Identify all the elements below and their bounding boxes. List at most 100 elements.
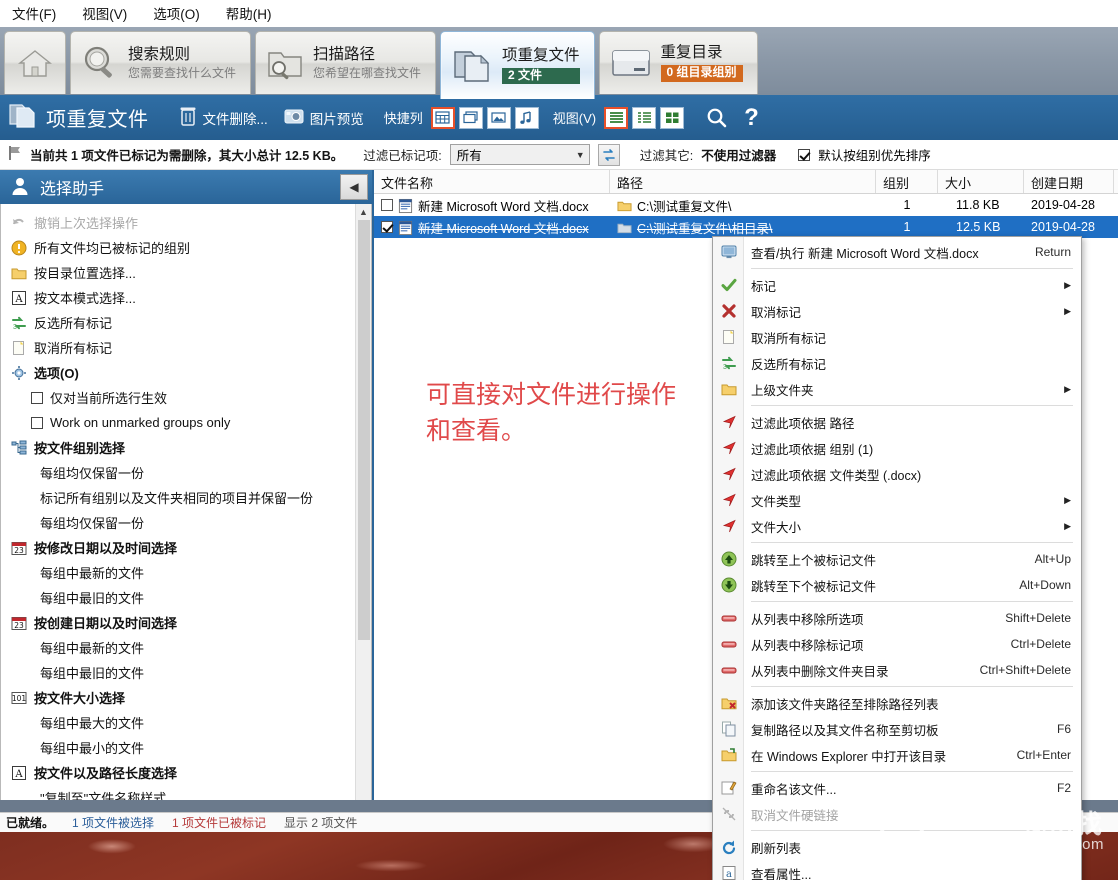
ctx-goto-next-marked[interactable]: 跳转至下个被标记文件Alt+Down	[713, 572, 1081, 598]
cell-filename[interactable]: 新建 Microsoft Word 文档.docx	[374, 196, 610, 215]
table-row[interactable]: 新建 Microsoft Word 文档.docxC:\测试重复文件\111.8…	[374, 194, 1118, 216]
ctx-filetype-submenu[interactable]: 文件类型▶	[713, 487, 1081, 513]
unmarked-groups-only-checkbox[interactable]	[31, 417, 43, 429]
ctx-unmark[interactable]: 取消标记▶	[713, 298, 1081, 324]
assistant-item-unmarked-groups-only-checkbox[interactable]: Work on unmarked groups only	[7, 410, 355, 435]
ctx-remove-marked[interactable]: 从列表中移除标记项Ctrl+Delete	[713, 631, 1081, 657]
tab-home[interactable]	[4, 31, 66, 94]
assistant-item-options-header[interactable]: 选项(O)	[7, 360, 355, 385]
tab-duplicate-folders[interactable]: 重复目录 0 组目录组别	[599, 31, 758, 94]
ctx-clear-all-marks[interactable]: 取消所有标记	[713, 324, 1081, 350]
ctx-goto-prev-marked[interactable]: 跳转至上个被标记文件Alt+Up	[713, 546, 1081, 572]
assistant-item-select-by-modified-date-header[interactable]: 23按修改日期以及时间选择	[7, 535, 355, 560]
ctx-properties[interactable]: a查看属性...	[713, 860, 1081, 880]
assistant-item-keep-one-per-group-a[interactable]: 每组均仅保留一份	[7, 460, 355, 485]
assistant-item-select-by-text-pattern[interactable]: A按文本模式选择...	[7, 285, 355, 310]
command-bar-title: 项重复文件	[46, 103, 149, 132]
image-preview-button[interactable]: 图片预览	[276, 102, 372, 133]
tab-duplicate-files-text: 项重复文件 2 文件	[502, 47, 580, 85]
ctx-copy-path[interactable]: 复制路径以及其文件名称至剪切板F6	[713, 716, 1081, 742]
help-button[interactable]: ?	[736, 102, 767, 134]
ctx-remove-folder[interactable]: 从列表中删除文件夹目录Ctrl+Shift+Delete	[713, 657, 1081, 683]
assistant-item-only-selected-rows-checkbox[interactable]: 仅对当前所选行生效	[7, 385, 355, 410]
assistant-item-oldest-in-group-created[interactable]: 每组中最旧的文件	[7, 660, 355, 685]
menu-file[interactable]: 文件(F)	[10, 1, 58, 25]
assistant-item-largest-in-group[interactable]: 每组中最大的文件	[7, 710, 355, 735]
assistant-item-select-by-size-header[interactable]: 101按文件大小选择	[7, 685, 355, 710]
ctx-mark[interactable]: 标记▶	[713, 272, 1081, 298]
column-size[interactable]: 大小	[938, 170, 1024, 193]
ctx-filesize-submenu[interactable]: 文件大小▶	[713, 513, 1081, 539]
column-created[interactable]: 创建日期	[1024, 170, 1114, 193]
view-tiles-button[interactable]	[660, 107, 684, 129]
cell-filename[interactable]: 新建 Microsoft Word 文档.docx	[374, 218, 610, 237]
assistant-item-oldest-in-group-modified[interactable]: 每组中最旧的文件	[7, 585, 355, 610]
assistant-item-newest-in-group-modified[interactable]: 每组中最新的文件	[7, 560, 355, 585]
assistant-item-label: 每组中最小的文件	[40, 738, 144, 757]
only-selected-rows-checkbox[interactable]	[31, 392, 43, 404]
calendar-icon: 23	[11, 540, 27, 556]
ctx-open-execute[interactable]: 查看/执行 新建 Microsoft Word 文档.docxReturn	[713, 239, 1081, 265]
assistant-item-smallest-in-group[interactable]: 每组中最小的文件	[7, 735, 355, 760]
assistant-item-all-files-marked-groups[interactable]: 所有文件均已被标记的组别	[7, 235, 355, 260]
marked-filter-select[interactable]: 所有 ▼	[450, 144, 590, 165]
ctx-invert-all-marks[interactable]: 3反选所有标记	[713, 350, 1081, 376]
ctx-remove-selected[interactable]: 从列表中移除所选项Shift+Delete	[713, 605, 1081, 631]
context-menu[interactable]: 查看/执行 新建 Microsoft Word 文档.docxReturn 标记▶…	[712, 236, 1082, 880]
assistant-item-undo-last-selection[interactable]: 撤销上次选择操作	[7, 210, 355, 235]
tab-search-rules[interactable]: 搜索规则 您需要查找什么文件	[70, 31, 251, 94]
assistant-item-keep-one-per-group-b[interactable]: 每组均仅保留一份	[7, 510, 355, 535]
ctx-rename[interactable]: 重命名该文件...F2	[713, 775, 1081, 801]
table-row[interactable]: 新建 Microsoft Word 文档.docxC:\测试重复文件\相目录\1…	[374, 216, 1118, 238]
ctx-parent-folder[interactable]: 上级文件夹▶	[713, 376, 1081, 402]
ctx-open-in-explorer[interactable]: 在 Windows Explorer 中打开该目录Ctrl+Enter	[713, 742, 1081, 768]
row-mark-checkbox[interactable]	[381, 221, 393, 233]
view-menu-label[interactable]: 视图(V)	[553, 108, 596, 127]
assistant-item-select-by-folder[interactable]: 按目录位置选择...	[7, 260, 355, 285]
quick-table-view-button[interactable]	[431, 107, 455, 129]
warning-icon	[11, 240, 27, 256]
minus-red-icon	[721, 636, 737, 652]
assistant-item-newest-in-group-created[interactable]: 每组中最新的文件	[7, 635, 355, 660]
properties-icon: a	[719, 863, 739, 880]
cell-path[interactable]: C:\测试重复文件\相目录\	[610, 218, 876, 237]
cell-path[interactable]: C:\测试重复文件\	[610, 196, 876, 215]
column-group[interactable]: 组别	[876, 170, 938, 193]
view-list-button[interactable]	[632, 107, 656, 129]
column-path[interactable]: 路径	[610, 170, 876, 193]
ctx-filter-by-path[interactable]: 过滤此项依据 路径	[713, 409, 1081, 435]
ctx-add-to-exclude[interactable]: 添加该文件夹路径至排除路径列表	[713, 690, 1081, 716]
quick-window-view-button[interactable]	[459, 107, 483, 129]
left-panel-scrollbar[interactable]: ▲ ▼	[355, 204, 371, 820]
file-delete-button[interactable]: 文件删除...	[171, 101, 276, 134]
tab-duplicate-files[interactable]: 项重复文件 2 文件	[440, 31, 595, 99]
menu-options[interactable]: 选项(O)	[151, 1, 202, 25]
scroll-up-icon[interactable]: ▲	[356, 204, 372, 220]
ctx-filter-by-filetype[interactable]: 过滤此项依据 文件类型 (.docx)	[713, 461, 1081, 487]
quick-image-view-button[interactable]	[487, 107, 511, 129]
menu-view[interactable]: 视图(V)	[80, 1, 129, 25]
collapse-panel-button[interactable]: ◀	[340, 174, 368, 200]
assistant-item-clear-all-marks[interactable]: 取消所有标记	[7, 335, 355, 360]
assistant-item-mark-same-folder-keep-one[interactable]: 标记所有组别以及文件夹相同的项目并保留一份	[7, 485, 355, 510]
assistant-item-select-by-created-date-header[interactable]: 23按创建日期以及时间选择	[7, 610, 355, 635]
refresh-filter-button[interactable]	[598, 144, 620, 166]
assistant-item-select-by-name-length-header[interactable]: A按文件以及路径长度选择	[7, 760, 355, 785]
menu-help[interactable]: 帮助(H)	[224, 1, 274, 25]
row-mark-checkbox[interactable]	[381, 199, 393, 211]
menu-item-label: 过滤此项依据 路径	[751, 413, 1071, 432]
assistant-item-invert-all-marks[interactable]: 3反选所有标记	[7, 310, 355, 335]
assistant-item-select-by-group-header[interactable]: 按文件组别选择	[7, 435, 355, 460]
ctx-filter-by-group[interactable]: 过滤此项依据 组别 (1)	[713, 435, 1081, 461]
other-filter-value[interactable]: 不使用过滤器	[701, 145, 776, 164]
menu-item-label: 标记	[751, 276, 1054, 295]
quick-music-view-button[interactable]	[515, 107, 539, 129]
tab-scan-paths[interactable]: 扫描路径 您希望在哪查找文件	[255, 31, 436, 94]
view-details-button[interactable]	[604, 107, 628, 129]
menu-item-label: 过滤此项依据 组别 (1)	[751, 439, 1071, 458]
search-button[interactable]	[698, 103, 736, 133]
scrollbar-thumb[interactable]	[358, 220, 370, 640]
ctx-refresh-list[interactable]: 刷新列表	[713, 834, 1081, 860]
column-filename[interactable]: 文件名称	[374, 170, 610, 193]
group-sort-checkbox[interactable]	[798, 149, 810, 161]
